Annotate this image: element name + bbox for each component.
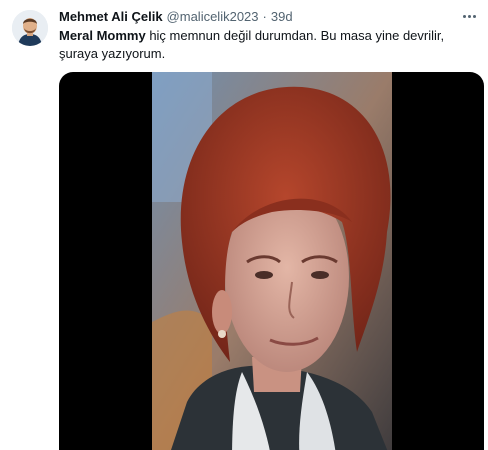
- meta-separator: ·: [262, 9, 267, 24]
- tweet-mention: Meral Mommy: [59, 28, 146, 43]
- author-handle[interactable]: @malicelik2023: [167, 9, 259, 24]
- tweet-header: Mehmet Ali Çelik @malicelik2023 · 39d: [59, 9, 293, 24]
- author-display-name[interactable]: Mehmet Ali Çelik: [59, 9, 163, 24]
- avatar-illustration-icon: [12, 10, 48, 46]
- more-options-icon[interactable]: [458, 8, 480, 24]
- video-frame-image: [152, 72, 392, 450]
- author-avatar[interactable]: [12, 10, 48, 46]
- tweet-timestamp[interactable]: 39d: [271, 9, 293, 24]
- tweet-text: Meral Mommy hiç memnun değil durumdan. B…: [59, 27, 477, 63]
- tweet: Mehmet Ali Çelik @malicelik2023 · 39d Me…: [0, 0, 488, 450]
- tweet-video[interactable]: [59, 72, 484, 450]
